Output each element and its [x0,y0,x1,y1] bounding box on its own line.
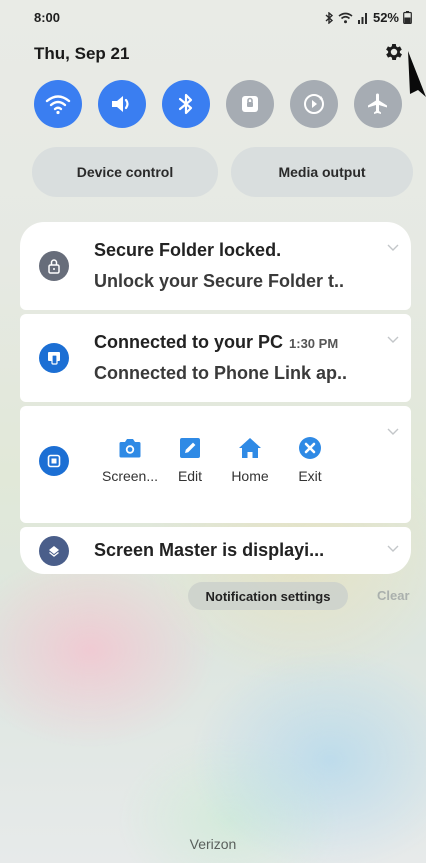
toggle-bluetooth[interactable] [162,80,210,128]
notification-title: Connected to your PC 1:30 PM [94,332,338,353]
bluetooth-icon [325,11,334,24]
edit-label: Edit [177,468,203,484]
edit-icon [180,438,200,458]
battery-percent: 52% [372,10,399,25]
screen-master-icon [47,454,61,468]
date: Thu, Sep 21 [34,44,130,63]
close-icon [299,437,321,459]
notification-list: Secure Folder locked. Unlock your Secure… [20,222,411,574]
carrier-label: Verizon [189,836,237,852]
camera-icon [119,439,141,458]
notification-settings-button[interactable]: Notification settings [188,582,348,610]
notification-title: Screen Master is displayi... [94,540,325,560]
chevron-down-icon[interactable] [387,428,399,436]
screen-master-overlay-app-icon [39,536,69,566]
notification-title-text: Connected to your PC [94,332,284,352]
chevron-down-icon[interactable] [387,244,399,252]
screenshot-action[interactable]: Screen... [100,434,160,484]
settings-button[interactable] [383,41,405,63]
device-control-button[interactable]: Device control [32,147,218,197]
secure-folder-app-icon [39,251,69,281]
home-label: Home [231,468,269,484]
toggle-airplane-mode[interactable] [354,80,402,128]
notification-screen-master-controls: Screen... Edit Home Exit [20,406,411,523]
edit-action[interactable]: Edit [160,434,220,484]
gear-icon [386,44,402,60]
status-bar: 8:00 52% [34,10,412,28]
toggle-wifi[interactable] [34,80,82,128]
airplane-icon [368,93,387,114]
rotate-icon [304,94,324,114]
layers-icon [49,546,59,557]
lock-icon [48,259,60,274]
signal-icon [357,12,367,24]
toggle-auto-rotate[interactable] [290,80,338,128]
status-icons: 52% [325,10,412,25]
status-time: 8:00 [34,10,61,25]
bluetooth-icon [178,93,193,115]
exit-action[interactable]: Exit [280,434,340,484]
phone-link-app-icon [39,343,69,373]
notification-title: Secure Folder locked. [94,240,282,260]
quick-toggles [34,80,402,128]
toggle-secure-folder[interactable] [226,80,274,128]
notification-body: Connected to Phone Link ap.. [94,363,348,383]
battery-icon [403,11,412,24]
notification-body: Unlock your Secure Folder t.. [94,271,345,291]
toggle-sound[interactable] [98,80,146,128]
exit-label: Exit [298,468,322,484]
media-output-button[interactable]: Media output [231,147,413,197]
home-action[interactable]: Home [220,434,280,484]
lock-icon [242,96,258,112]
notification-time: 1:30 PM [289,336,339,351]
clear-button[interactable]: Clear [377,588,410,603]
mouse-pointer-icon [408,51,426,97]
screenshot-label: Screen... [101,468,159,484]
notification-secure-folder[interactable]: Secure Folder locked. Unlock your Secure… [20,222,411,310]
notification-phone-link[interactable]: Connected to your PC 1:30 PM Connected to… [20,314,411,402]
home-icon [239,438,261,458]
screen-master-actions: Screen... Edit Home Exit [100,434,340,484]
screen-master-app-icon [39,446,69,476]
chevron-down-icon[interactable] [387,336,399,344]
wifi-icon [45,95,71,115]
phone-link-icon [48,352,60,365]
wifi-icon [338,12,353,23]
chevron-down-icon[interactable] [387,545,399,553]
notification-screen-master[interactable]: Screen Master is displayi... [20,527,411,574]
sound-icon [112,96,129,112]
